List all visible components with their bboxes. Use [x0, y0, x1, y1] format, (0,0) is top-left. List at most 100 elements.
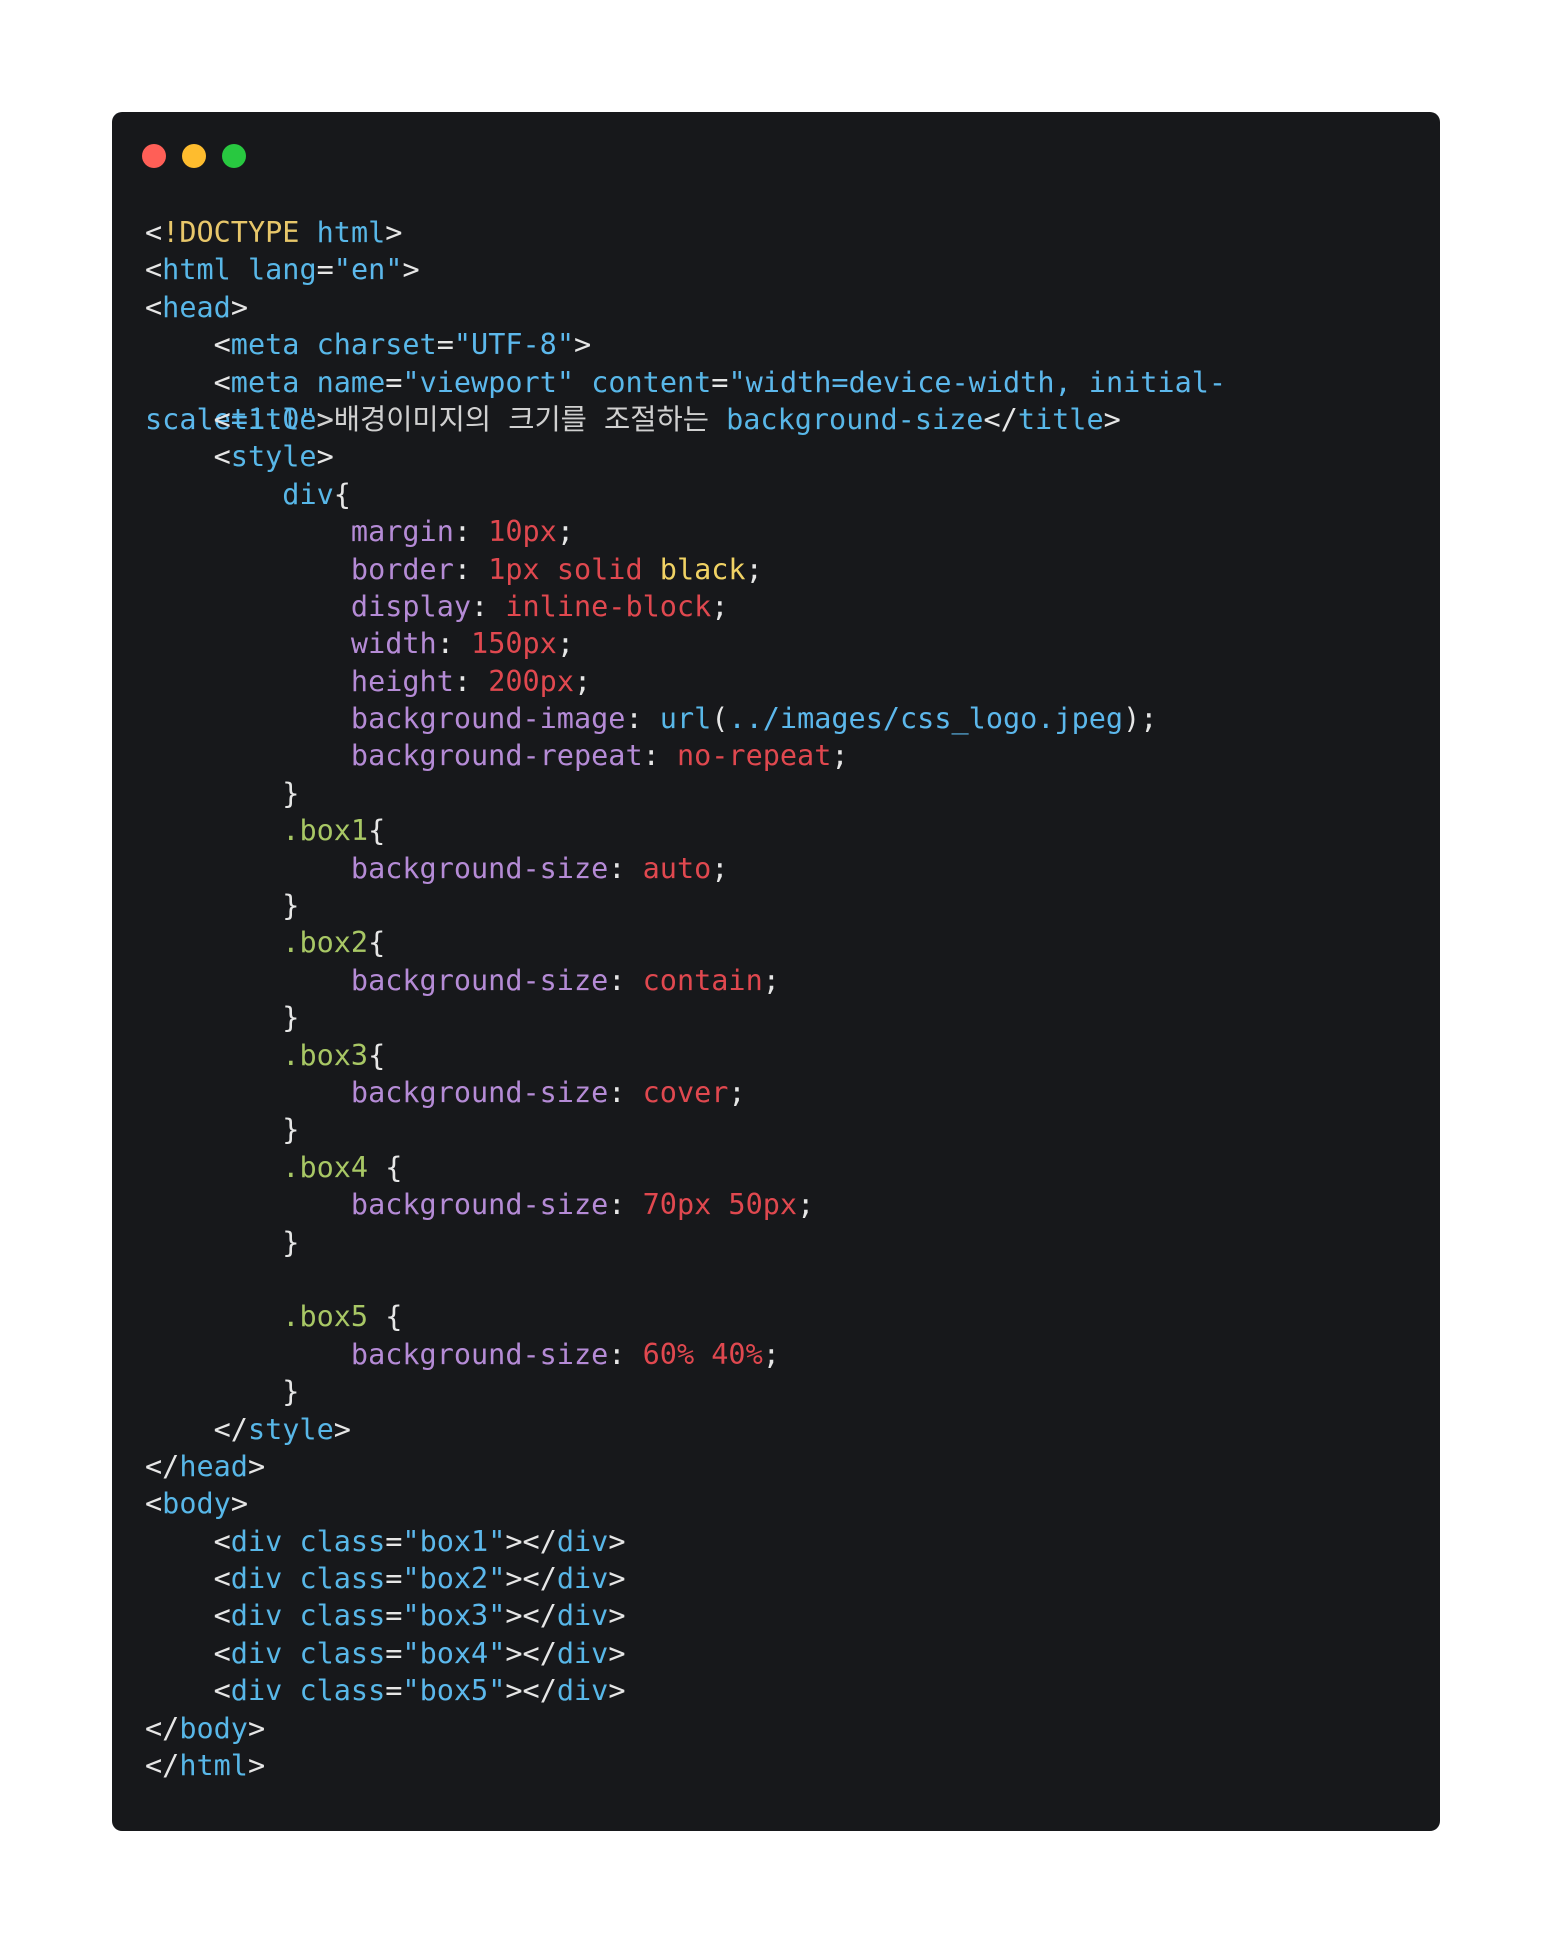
minimize-dot-icon[interactable] [182, 144, 206, 168]
code-token: .box5 [282, 1300, 369, 1334]
code-line: <body> [145, 1485, 1226, 1522]
code-line: </style> [145, 1411, 1226, 1448]
code-token: < [145, 290, 163, 324]
code-token: </ [145, 1412, 248, 1446]
code-token: div [230, 1674, 283, 1708]
code-token: "box2" [402, 1562, 506, 1596]
code-token: ; [831, 739, 849, 773]
code-token: = [385, 1636, 403, 1670]
code-token: </ [145, 1449, 180, 1483]
code-token: div [230, 1562, 283, 1596]
code-token: ; [556, 515, 574, 549]
code-token: > [608, 1674, 626, 1708]
code-line: </body> [145, 1710, 1226, 1747]
code-token: .box1 [282, 814, 369, 848]
code-token: 1px solid [488, 552, 643, 586]
code-token: ); [1123, 702, 1158, 736]
code-token: background-size [726, 402, 984, 436]
code-token: "width=device-width, initial- [728, 365, 1227, 399]
code-token: cover [642, 1075, 729, 1109]
code-token: > [608, 1524, 626, 1558]
code-token: { [368, 814, 386, 848]
code-token: > [247, 1449, 266, 1483]
code-line: } [145, 999, 1226, 1036]
code-token: > [333, 1412, 351, 1446]
code-token: } [145, 1001, 300, 1035]
code-line: background-size: auto; [145, 850, 1226, 887]
code-line: } [145, 1224, 1226, 1261]
code-token: div [556, 1636, 609, 1670]
code-token: ></ [505, 1562, 557, 1596]
code-line: } [145, 1373, 1226, 1410]
code-token: < [145, 1599, 231, 1633]
code-token: : [608, 963, 643, 997]
close-dot-icon[interactable] [142, 144, 166, 168]
code-token: > [247, 1711, 266, 1745]
code-line: .box4 { [145, 1149, 1226, 1186]
code-token: name [316, 365, 386, 399]
code-token: contain [642, 963, 763, 997]
code-token: div [230, 1599, 283, 1633]
code-token: width [350, 627, 437, 661]
code-token: background-size [350, 1075, 609, 1109]
code-token: "box3" [402, 1599, 506, 1633]
code-line: border: 1px solid black; [145, 551, 1226, 588]
code-token: { [368, 1150, 403, 1184]
code-line: width: 150px; [145, 625, 1226, 662]
code-line-overlay: <title>배경이미지의 크기를 조절하는 background-size</… [145, 401, 1121, 438]
code-line: } [145, 887, 1226, 924]
code-token: body [162, 1487, 231, 1521]
code-token: : [453, 664, 489, 698]
code-line: background-size: 70px 50px; [145, 1186, 1226, 1223]
code-token: ; [711, 851, 729, 885]
code-token: < [145, 1562, 231, 1596]
code-token: lang [247, 253, 317, 287]
code-token: : [608, 1188, 643, 1222]
code-token: : [608, 1337, 643, 1371]
code-token: body [179, 1711, 248, 1745]
code-token: ></ [505, 1599, 557, 1633]
code-line: <meta charset="UTF-8"> [145, 326, 1226, 363]
code-token: "box4" [402, 1636, 506, 1670]
code-line: height: 200px; [145, 663, 1226, 700]
code-token: div [556, 1674, 609, 1708]
code-token: > [316, 440, 334, 474]
maximize-dot-icon[interactable] [222, 144, 246, 168]
code-token: inline-block [505, 589, 712, 623]
code-token: meta [230, 328, 300, 362]
code-token: </ [145, 1711, 180, 1745]
code-token: class [299, 1599, 386, 1633]
code-token: </ [145, 1749, 180, 1783]
code-token: < [145, 328, 231, 362]
code-token: background-size [350, 851, 609, 885]
code-line: .box2{ [145, 924, 1226, 961]
code-token: style [230, 440, 317, 474]
code-token: : [453, 552, 489, 586]
code-token: ( [711, 702, 729, 736]
code-token: background-repeat [350, 739, 643, 773]
code-token: = [316, 253, 334, 287]
code-token: > [385, 216, 403, 249]
code-token: : [471, 589, 506, 623]
code-line: .box3{ [145, 1037, 1226, 1074]
code-token: = [385, 1562, 403, 1596]
code-line: } [145, 775, 1226, 812]
code-block: <!DOCTYPE html> <html lang="en"> <head> <m… [145, 214, 1226, 1784]
code-token: ; [711, 589, 729, 623]
code-line: <head> [145, 289, 1226, 326]
code-line: background-image: url(../images/css_logo… [145, 700, 1226, 737]
code-line: margin: 10px; [145, 513, 1226, 550]
code-token: class [299, 1636, 386, 1670]
code-token: > [402, 253, 420, 287]
